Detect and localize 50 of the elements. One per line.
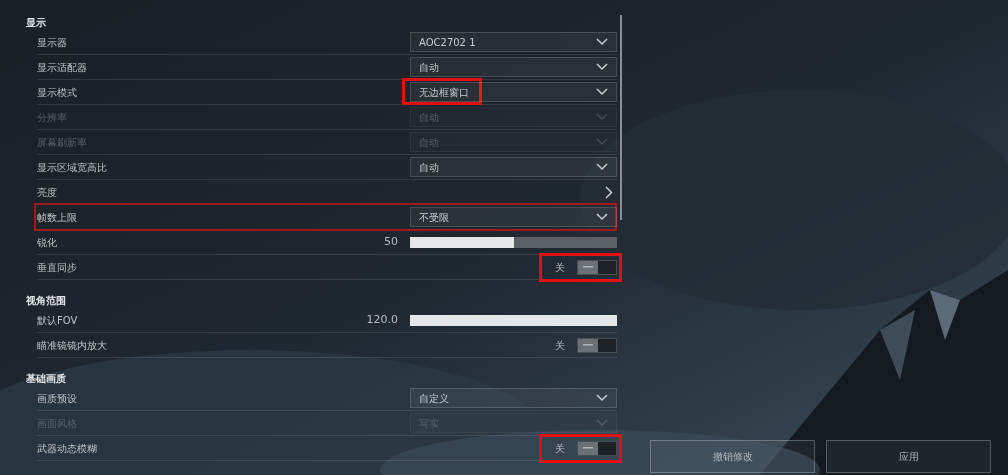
setting-label: 显示区域宽高比	[37, 160, 107, 175]
dash-icon	[583, 266, 593, 268]
toggle-state-text: 关	[555, 260, 565, 275]
slider-track[interactable]	[410, 236, 617, 248]
section-title: 显示	[26, 15, 47, 30]
section-title: 基础画质	[26, 371, 67, 386]
toggle-state-text: 关	[555, 441, 565, 456]
dropdown[interactable]: 自动	[410, 57, 617, 77]
slider-track[interactable]	[410, 314, 617, 326]
dash-icon	[583, 447, 593, 449]
setting-label: 画质预设	[37, 391, 77, 406]
action-button[interactable]: 撤销修改	[650, 440, 815, 473]
dropdown[interactable]: 自动	[410, 157, 617, 177]
setting-label: 亮度	[37, 185, 57, 200]
setting-label: 显示模式	[37, 85, 77, 100]
setting-label: 显示器	[37, 35, 67, 50]
setting-label: 瞄准镜镜内放大	[37, 338, 107, 353]
chevron-down-icon	[596, 138, 608, 146]
chevron-down-icon	[596, 113, 608, 121]
dropdown-value: 自动	[419, 60, 439, 75]
toggle-state-text: 关	[555, 338, 565, 353]
dropdown-value: 无边框窗口	[419, 85, 469, 100]
dropdown-value: 不受限	[419, 210, 449, 225]
dropdown-value: AOC2702 1	[419, 35, 476, 50]
dropdown[interactable]: AOC2702 1	[410, 32, 617, 52]
setting-label: 默认FOV	[37, 313, 78, 328]
section-title: 视角范围	[26, 293, 67, 308]
chevron-down-icon	[596, 419, 608, 427]
action-button[interactable]: 应用	[826, 440, 991, 473]
scrollbar[interactable]	[620, 15, 622, 220]
setting-label: 显示适配器	[37, 60, 87, 75]
dropdown-value: 自动	[419, 160, 439, 175]
setting-label: 武器动态模糊	[37, 441, 97, 456]
dropdown-value: 自定义	[419, 391, 449, 406]
chevron-right-icon[interactable]	[605, 185, 613, 199]
dropdown[interactable]: 无边框窗口	[410, 82, 617, 102]
dropdown[interactable]: 不受限	[410, 207, 617, 227]
slider-value: 120.0	[366, 311, 398, 328]
chevron-down-icon	[596, 38, 608, 46]
setting-label: 垂直同步	[37, 260, 77, 275]
chevron-down-icon	[596, 213, 608, 221]
setting-label: 帧数上限	[37, 210, 77, 225]
slider-value: 50	[384, 233, 398, 250]
chevron-down-icon	[596, 63, 608, 71]
chevron-down-icon	[596, 163, 608, 171]
dropdown[interactable]: 自定义	[410, 388, 617, 408]
chevron-down-icon	[596, 394, 608, 402]
dash-icon	[583, 344, 593, 346]
setting-label: 锐化	[37, 235, 57, 250]
chevron-down-icon	[596, 88, 608, 96]
